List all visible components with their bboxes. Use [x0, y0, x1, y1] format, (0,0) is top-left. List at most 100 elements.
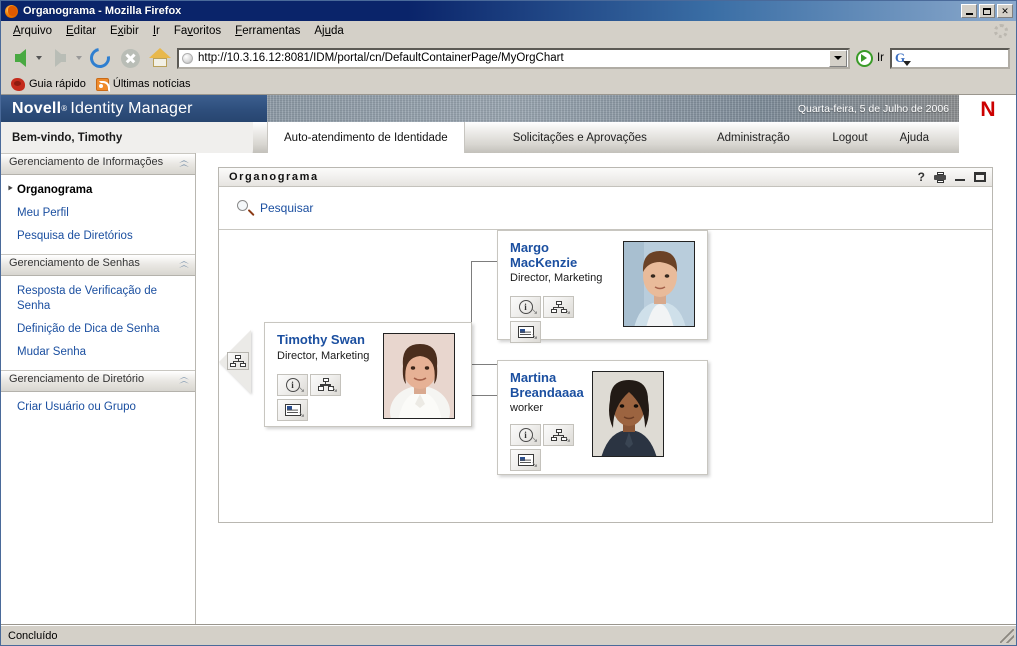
home-icon	[149, 48, 171, 68]
email-action-button[interactable]	[510, 321, 541, 344]
url-bar[interactable]: http://10.3.16.12:8081/IDM/portal/cn/Def…	[177, 47, 850, 69]
node-name: Margo MacKenzie	[510, 240, 578, 270]
menu-ajuda[interactable]: Ajuda	[307, 23, 350, 39]
print-icon[interactable]	[934, 171, 946, 183]
url-dropdown-button[interactable]	[828, 49, 847, 67]
go-label: Ir	[876, 52, 884, 64]
maximize-icon[interactable]	[974, 172, 986, 182]
node-title: Director, Marketing	[510, 272, 603, 285]
bookmark-guia-rapido[interactable]: Guia rápido	[8, 77, 89, 92]
org-node-root[interactable]: Timothy Swan Director, Marketing i	[264, 322, 472, 427]
pesquisar-link[interactable]: Pesquisar	[260, 201, 313, 215]
back-arrow-icon	[14, 49, 26, 67]
go-arrow-icon	[855, 49, 873, 67]
status-bar: Concluído	[1, 625, 1016, 645]
tab-auto-atendimento[interactable]: Auto-atendimento de Identidade	[267, 122, 465, 153]
firefox-icon	[4, 4, 19, 19]
maximize-button[interactable]	[979, 4, 995, 18]
sidebar-section-senhas-header[interactable]: Gerenciamento de Senhas	[1, 253, 195, 276]
search-bar[interactable]: G	[890, 47, 1010, 69]
node-info: Margo MacKenzie Director, Marketing i	[510, 240, 615, 344]
resize-grip-icon[interactable]	[1000, 628, 1014, 643]
sidebar-item-mudar-senha[interactable]: Mudar Senha	[1, 341, 195, 364]
node-name: Martina Breandaaaa	[510, 370, 584, 400]
sidebar-section-diretorio-header[interactable]: Gerenciamento de Diretório	[1, 369, 195, 392]
info-action-button[interactable]: i	[510, 296, 541, 319]
url-input[interactable]: http://10.3.16.12:8081/IDM/portal/cn/Def…	[198, 52, 829, 64]
bookmark-ultimas-noticias[interactable]: Últimas notícias	[93, 77, 194, 92]
avatar	[383, 333, 456, 419]
node-title: worker	[510, 402, 544, 415]
reload-button[interactable]	[85, 44, 115, 72]
node-actions: i	[510, 424, 584, 474]
chevron-up-icon[interactable]	[177, 258, 192, 273]
email-action-button[interactable]	[277, 398, 308, 421]
sidebar-item-pesquisa-diretorios[interactable]: Pesquisa de Diretórios	[1, 225, 195, 248]
sidebar-section-informacoes-links: Organograma Meu Perfil Pesquisa de Diret…	[1, 175, 195, 254]
sidebar-item-resposta-verificacao[interactable]: Resposta de Verificação de Senha	[1, 280, 195, 318]
chevron-up-icon[interactable]	[177, 157, 192, 172]
portlet-header: Organograma ?	[219, 168, 992, 187]
window-title: Organograma - Mozilla Firefox	[23, 5, 182, 17]
tab-solicitacoes[interactable]: Solicitações e Aprovações	[497, 122, 663, 153]
avatar	[591, 371, 664, 457]
stop-button[interactable]	[115, 44, 145, 72]
brand-registered-mark: ®	[61, 104, 68, 113]
email-action-button[interactable]	[510, 449, 541, 472]
node-actions: i	[510, 296, 615, 346]
menu-favoritos[interactable]: Favoritos	[167, 23, 228, 39]
chevron-up-icon[interactable]	[177, 374, 192, 389]
home-button[interactable]	[145, 44, 175, 72]
org-node-child-1[interactable]: Margo MacKenzie Director, Marketing i	[497, 230, 708, 344]
orgchart-action-button[interactable]	[543, 296, 574, 319]
tab-strip: Bem-vindo, Timothy Auto-atendimento de I…	[1, 122, 1016, 153]
tab-ajuda[interactable]: Ajuda	[884, 122, 945, 153]
sidebar-item-criar-usuario[interactable]: Criar Usuário ou Grupo	[1, 396, 195, 419]
back-button[interactable]	[5, 44, 35, 72]
back-dropdown-icon[interactable]	[36, 56, 42, 60]
forward-button[interactable]	[45, 44, 75, 72]
tab-strip-logo-spacer	[959, 122, 1016, 153]
sidebar: Gerenciamento de Informações Organograma…	[1, 153, 196, 624]
sidebar-item-dica-senha[interactable]: Definição de Dica de Senha	[1, 318, 195, 341]
menu-ir[interactable]: Ir	[146, 23, 167, 39]
browser-window: Organograma - Mozilla Firefox ✕ Arquivo …	[0, 0, 1017, 646]
org-node-child-2[interactable]: Martina Breandaaaa worker i	[497, 360, 708, 475]
info-action-button[interactable]: i	[277, 373, 308, 396]
window-controls: ✕	[961, 4, 1013, 18]
node-info: Martina Breandaaaa worker i	[510, 370, 584, 472]
tab-logout[interactable]: Logout	[816, 122, 883, 153]
menu-ferramentas[interactable]: Ferramentas	[228, 23, 307, 39]
sidebar-section-informacoes-header[interactable]: Gerenciamento de Informações	[1, 153, 195, 175]
close-button[interactable]: ✕	[997, 4, 1013, 18]
forward-dropdown-icon[interactable]	[76, 56, 82, 60]
connector-bus-to-martina	[471, 395, 497, 396]
sidebar-item-meu-perfil[interactable]: Meu Perfil	[1, 202, 195, 225]
menu-exibir[interactable]: Exibir	[103, 23, 146, 39]
photo-margo-mackenzie	[624, 242, 694, 326]
status-text: Concluído	[8, 629, 58, 642]
search-row[interactable]: Pesquisar	[219, 187, 992, 230]
page-content: Novell ® Identity Manager Quarta-feira, 5 …	[1, 95, 1016, 625]
reload-icon	[86, 44, 114, 72]
google-g-icon[interactable]: G	[895, 50, 912, 66]
throbber-icon	[994, 24, 1008, 38]
node-actions: i	[277, 373, 369, 424]
minimize-icon[interactable]	[955, 172, 965, 182]
org-chart-canvas: Timothy Swan Director, Marketing i Margo…	[219, 230, 992, 522]
orgchart-action-button[interactable]	[310, 373, 341, 396]
brand-product: Identity Manager	[70, 99, 193, 117]
minimize-button[interactable]	[961, 4, 977, 18]
bookmark-label: Guia rápido	[29, 78, 86, 90]
sidebar-item-organograma[interactable]: Organograma	[1, 179, 195, 202]
go-button[interactable]: Ir	[855, 49, 884, 67]
tab-administracao[interactable]: Administração	[701, 122, 806, 153]
bookmark-label: Últimas notícias	[112, 78, 191, 90]
menu-editar[interactable]: Editar	[59, 23, 103, 39]
menu-arquivo[interactable]: Arquivo	[6, 23, 59, 39]
novell-header: Novell ® Identity Manager Quarta-feira, 5 …	[1, 95, 1016, 122]
orgchart-action-button[interactable]	[543, 424, 574, 447]
info-action-button[interactable]: i	[510, 424, 541, 447]
help-icon[interactable]: ?	[918, 171, 925, 183]
parent-org-chart-icon[interactable]	[227, 352, 249, 370]
